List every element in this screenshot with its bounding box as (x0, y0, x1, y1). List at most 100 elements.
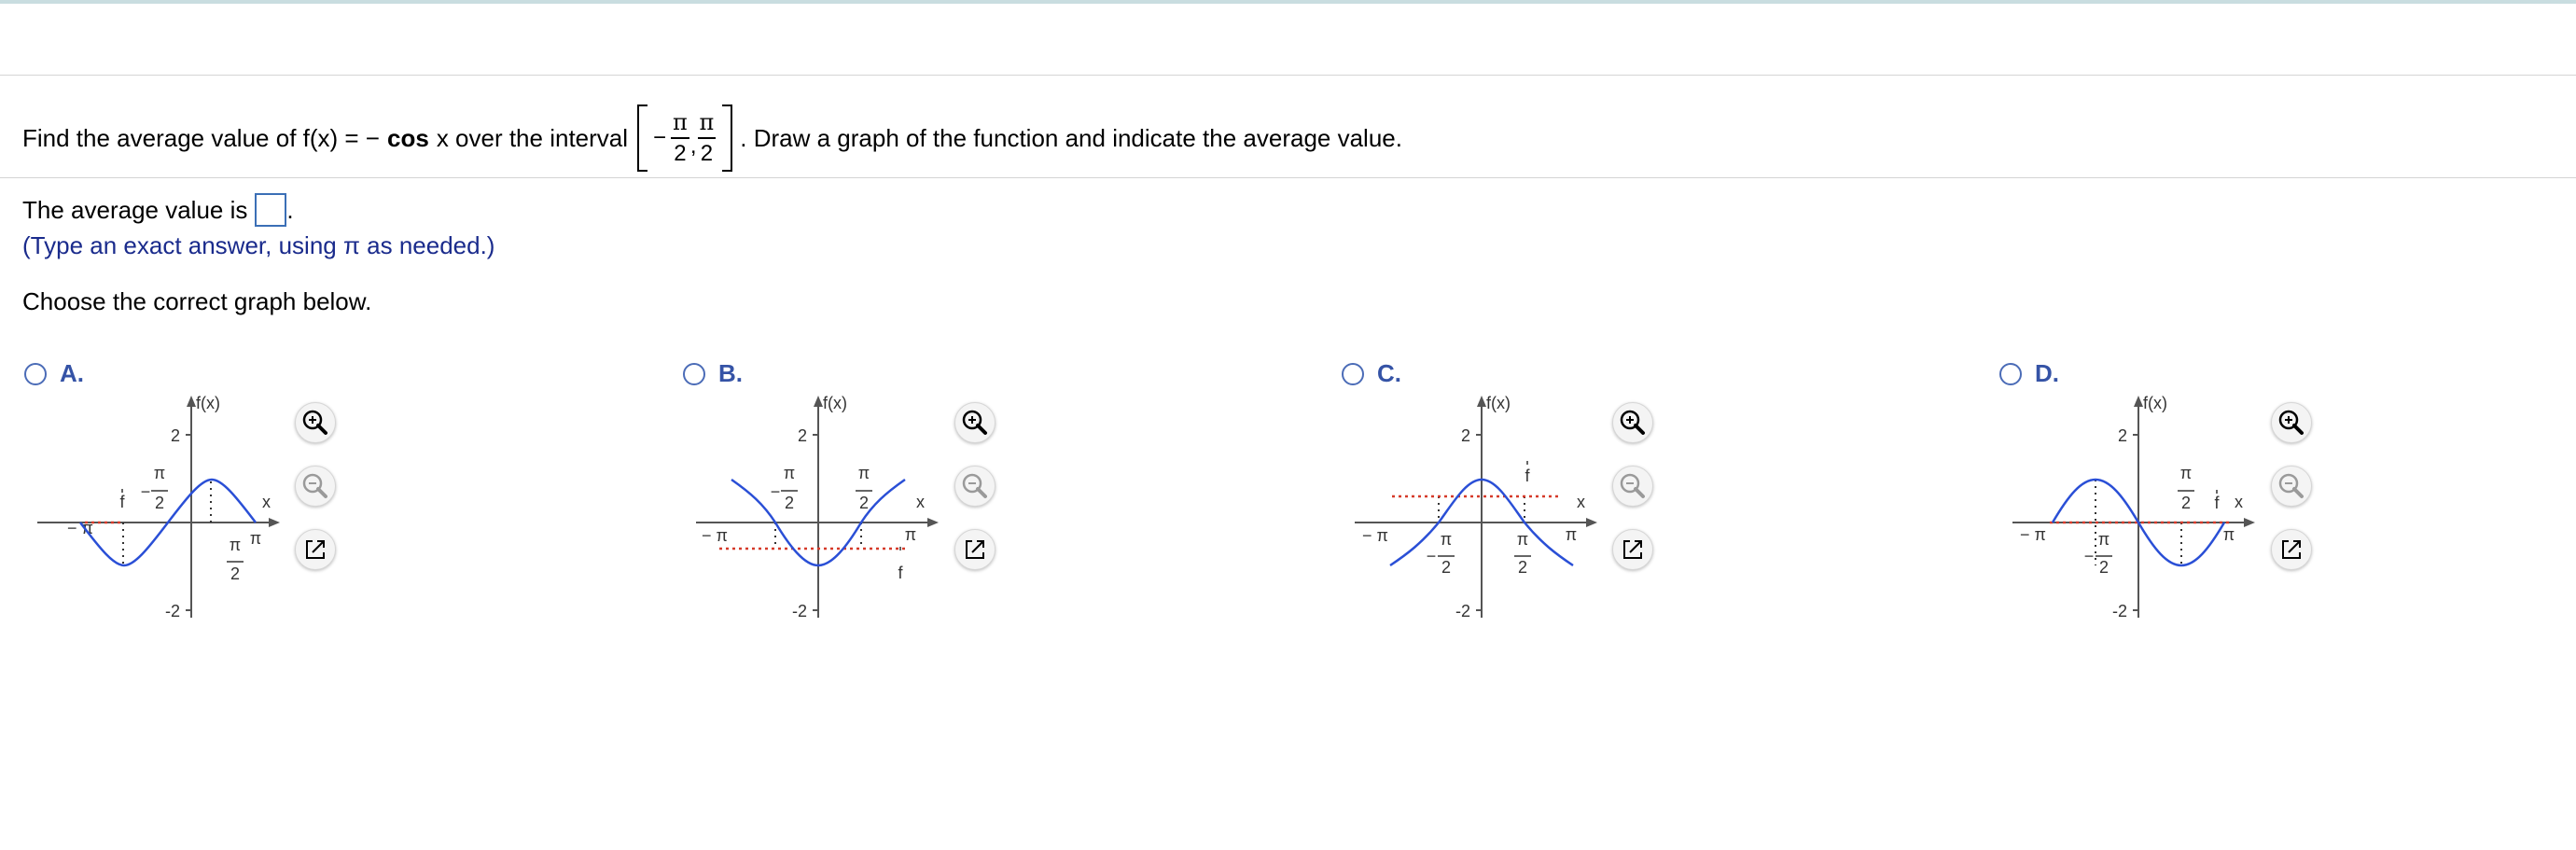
graph-d-pi: π (2223, 525, 2235, 544)
graph-c-x-label: x (1577, 493, 1585, 511)
graph-b-y-arrow (814, 396, 823, 407)
interval-minus: − (653, 125, 667, 150)
question-function-rest: x over the interval (436, 123, 629, 152)
graph-c-zoom-out-button[interactable] (1612, 466, 1653, 507)
graph-a-x-arrow (269, 518, 280, 527)
zoom-out-icon (302, 473, 327, 498)
answer-hint: (Type an exact answer, using π as needed… (22, 231, 495, 259)
graph-d-y-max: 2 (2118, 426, 2127, 445)
option-d[interactable]: D. (1999, 359, 2059, 388)
graph-b-zoom-out-button[interactable] (954, 466, 996, 507)
svg-text:−: − (771, 482, 781, 501)
svg-text:2: 2 (2099, 558, 2109, 577)
option-b-radio[interactable] (683, 362, 705, 385)
graph-d-zoom-out-button[interactable] (2271, 466, 2312, 507)
graph-c-y-arrow (1477, 396, 1486, 407)
graph-a-popout-button[interactable] (295, 529, 336, 570)
graph-b-y-max: 2 (798, 426, 807, 445)
graph-b-y-min: -2 (792, 602, 807, 620)
svg-text:2: 2 (2181, 494, 2191, 512)
popout-icon (2282, 540, 2301, 559)
graph-d-zoom-in-button[interactable] (2271, 402, 2312, 443)
option-a-label: A. (60, 359, 84, 387)
question-text: Find the average value of f(x) = − cos x… (22, 101, 1402, 175)
zoom-out-icon (962, 473, 987, 498)
svg-text:−: − (2084, 547, 2095, 565)
choose-instruction: Choose the correct graph below. (22, 287, 372, 315)
popout-icon (1623, 540, 1642, 559)
answer-label: The average value is (22, 195, 248, 224)
zoom-out-icon (1620, 473, 1645, 498)
svg-text:π: π (2098, 530, 2110, 549)
svg-text:π: π (1517, 530, 1528, 549)
answer-input[interactable] (255, 193, 287, 227)
graph-c-f-label: f (1525, 467, 1530, 485)
graph-d-popout-button[interactable] (2271, 529, 2312, 570)
answer-line: The average value is . (22, 193, 294, 227)
option-c-radio[interactable] (1342, 362, 1364, 385)
svg-text:2: 2 (1441, 558, 1451, 577)
graph-c-zoom-in-button[interactable] (1612, 402, 1653, 443)
svg-text:−: − (1427, 547, 1437, 565)
option-a[interactable]: A. (24, 359, 84, 388)
graph-c-pi: π (1566, 525, 1577, 544)
graph-c-popout-button[interactable] (1612, 529, 1653, 570)
graph-c-fx-label: f(x) (1486, 394, 1511, 412)
popout-icon (306, 540, 325, 559)
graph-d-fx-label: f(x) (2143, 394, 2167, 412)
graph-a-x-label: x (262, 493, 271, 511)
zoom-out-icon (2278, 473, 2304, 498)
graph-a-zoom-out-button[interactable] (295, 466, 336, 507)
interval-upper-fraction: π 2 (697, 109, 717, 166)
option-a-radio[interactable] (24, 362, 47, 385)
option-c-label: C. (1377, 359, 1401, 387)
graph-b-popout-button[interactable] (954, 529, 996, 570)
graph-b-zoom-in-button[interactable] (954, 402, 996, 443)
option-d-radio[interactable] (1999, 362, 2022, 385)
top-accent-bar (0, 0, 2576, 4)
svg-text:π: π (154, 464, 165, 482)
zoom-in-icon (302, 410, 327, 435)
graph-b-neg-pi: − π (702, 526, 728, 545)
graph-d-y-arrow (2134, 396, 2143, 407)
graph-b-pi: π (905, 525, 916, 544)
svg-text:2: 2 (859, 494, 869, 512)
graph-c: f(x) 2 -2 x − π π π − 2 π 2 f (1355, 394, 1597, 620)
svg-text:π: π (784, 464, 795, 482)
svg-text:2: 2 (230, 564, 240, 583)
graph-d-y-min: -2 (2112, 602, 2127, 620)
option-b[interactable]: B. (683, 359, 743, 388)
answer-period: . (286, 195, 294, 224)
svg-text:2: 2 (785, 494, 794, 512)
graph-a-f-label: f (119, 493, 125, 511)
question-divider (0, 177, 2576, 178)
question-function-name: cos (387, 123, 429, 152)
graph-c-y-max: 2 (1461, 426, 1470, 445)
interval-bracket: − π 2 , π 2 (637, 105, 733, 172)
graph-d-x-label: x (2235, 493, 2243, 511)
svg-text:π: π (2180, 464, 2192, 482)
graph-b-x-label: x (916, 493, 925, 511)
graph-a-y-min: -2 (165, 602, 180, 620)
graph-a-fx-label: f(x) (196, 394, 220, 412)
graph-c-x-arrow (1586, 518, 1597, 527)
graph-a-y-arrow (187, 396, 196, 407)
svg-text:π: π (858, 464, 870, 482)
option-d-label: D. (2035, 359, 2059, 387)
graph-a-y-max: 2 (171, 426, 180, 445)
zoom-in-icon (2278, 410, 2304, 435)
option-c[interactable]: C. (1342, 359, 1401, 388)
zoom-in-icon (1620, 410, 1645, 435)
graph-b-x-arrow (927, 518, 939, 527)
graph-c-neg-pi: − π (1362, 526, 1388, 545)
graph-a-zoom-in-button[interactable] (295, 402, 336, 443)
svg-text:π: π (230, 536, 241, 554)
graph-c-y-min: -2 (1455, 602, 1470, 620)
question-suffix: . Draw a graph of the function and indic… (740, 123, 1402, 152)
svg-text:−: − (141, 482, 151, 501)
graph-b: f(x) 2 -2 x − π π π − 2 π 2 f (696, 394, 939, 620)
svg-text:2: 2 (1518, 558, 1527, 577)
graph-a: f(x) 2 -2 x − π π π − 2 π 2 f (37, 394, 280, 620)
popout-icon (966, 540, 984, 559)
graph-a-pi: π (250, 529, 261, 548)
